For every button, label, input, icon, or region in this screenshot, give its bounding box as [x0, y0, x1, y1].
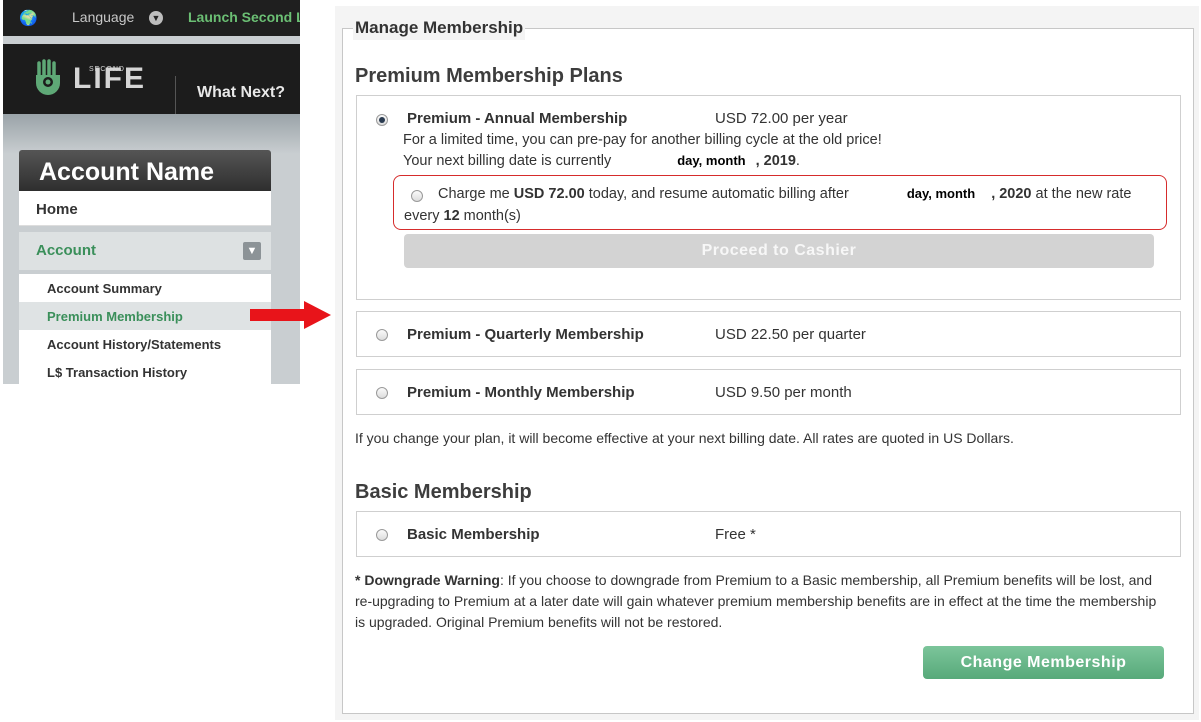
charge-resume-date: day, month — [906, 186, 976, 201]
proceed-to-cashier-button[interactable]: Proceed to Cashier — [404, 234, 1154, 268]
change-membership-button[interactable]: Change Membership — [923, 646, 1164, 679]
basic-plan-radio[interactable] — [376, 529, 388, 541]
account-name-heading: Account Name — [19, 150, 271, 191]
annual-plan-box: Premium - Annual Membership USD 72.00 pe… — [356, 95, 1181, 300]
quarterly-plan-name: Premium - Quarterly Membership — [407, 326, 644, 343]
manage-membership-fieldset: Premium Membership Plans Premium - Annua… — [342, 28, 1194, 714]
quarterly-plan-radio[interactable] — [376, 329, 388, 341]
charge-prefix: Charge me — [438, 186, 514, 202]
basic-membership-title: Basic Membership — [355, 481, 532, 503]
annual-plan-price: USD 72.00 per year — [715, 110, 848, 127]
what-next-link[interactable]: What Next? — [197, 84, 285, 102]
sidebar-item-account-summary[interactable]: Account Summary — [19, 274, 271, 302]
world-icon: 🌍 — [19, 10, 38, 27]
next-billing-date: day, month — [677, 153, 746, 168]
sidebar-item-premium-membership[interactable]: Premium Membership — [19, 302, 271, 330]
chevron-down-icon[interactable]: ▼ — [243, 242, 261, 260]
sidebar-item-home[interactable]: Home — [19, 191, 271, 226]
every-suffix: month(s) — [459, 208, 521, 224]
charge-amount: USD 72.00 — [513, 186, 585, 202]
every-prefix: every — [404, 208, 444, 224]
prepay-option-highlight: Charge me USD 72.00 today, and resume au… — [393, 175, 1167, 230]
monthly-plan-name: Premium - Monthly Membership — [407, 384, 635, 401]
manage-membership-legend: Manage Membership — [353, 16, 526, 40]
sidebar-item-transaction-history[interactable]: L$ Transaction History — [19, 358, 271, 384]
quarterly-plan-box: Premium - Quarterly Membership USD 22.50… — [356, 311, 1181, 357]
downgrade-warning: * Downgrade Warning: If you choose to do… — [355, 570, 1165, 633]
sidebar-item-account[interactable]: Account ▼ — [19, 232, 271, 270]
next-billing-year: , 2019 — [755, 153, 796, 169]
account-submenu: Account Summary Premium Membership Accou… — [19, 274, 271, 384]
basic-plan-name: Basic Membership — [407, 526, 540, 543]
next-billing-period: . — [795, 153, 800, 169]
next-billing-text: Your next billing date is currently day, … — [403, 153, 800, 169]
prepay-option-text: Charge me USD 72.00 today, and resume au… — [438, 186, 1131, 202]
charge-end: at the new rate — [1031, 186, 1132, 202]
account-menu: Account Name Home Account ▼ Account Summ… — [19, 150, 271, 384]
charge-mid: today, and resume automatic billing afte… — [584, 186, 849, 202]
top-bar: 🌍 Language ▼ Launch Second Life — [3, 0, 300, 36]
logo-text[interactable]: LIFE — [73, 64, 146, 94]
next-billing-prefix: Your next billing date is currently — [403, 153, 612, 169]
plan-change-note: If you change your plan, it will become … — [355, 430, 1014, 446]
monthly-plan-price: USD 9.50 per month — [715, 384, 852, 401]
sidebar-item-account-label: Account — [36, 242, 96, 259]
charge-resume-year: , 2020 — [991, 186, 1032, 202]
monthly-plan-box: Premium - Monthly Membership USD 9.50 pe… — [356, 369, 1181, 415]
premium-plans-title: Premium Membership Plans — [355, 65, 623, 87]
annual-plan-radio[interactable] — [376, 114, 388, 126]
annual-plan-name: Premium - Annual Membership — [407, 110, 628, 127]
every-num: 12 — [443, 208, 460, 224]
launch-link[interactable]: Launch Second Life — [188, 9, 300, 25]
sidebar-item-account-history[interactable]: Account History/Statements — [19, 330, 271, 358]
language-label[interactable]: Language — [72, 9, 134, 25]
sidebar-background — [3, 114, 300, 154]
quarterly-plan-price: USD 22.50 per quarter — [715, 326, 866, 343]
header-divider — [175, 76, 176, 114]
manage-membership-panel: Premium Membership Plans Premium - Annua… — [335, 6, 1199, 720]
site-header: SECOND LIFE What Next? — [3, 44, 300, 114]
basic-plan-price: Free * — [715, 526, 756, 543]
prepay-option-radio[interactable] — [411, 190, 423, 202]
annual-prepay-text: For a limited time, you can pre-pay for … — [403, 132, 882, 148]
second-life-hand-icon[interactable] — [33, 59, 67, 95]
downgrade-warning-label: * Downgrade Warning — [355, 572, 500, 588]
red-arrow-icon — [250, 301, 331, 329]
billing-cycle-text: every 12 month(s) — [404, 208, 521, 224]
basic-plan-box: Basic Membership Free * — [356, 511, 1181, 557]
chevron-down-icon[interactable]: ▼ — [149, 11, 163, 25]
monthly-plan-radio[interactable] — [376, 387, 388, 399]
